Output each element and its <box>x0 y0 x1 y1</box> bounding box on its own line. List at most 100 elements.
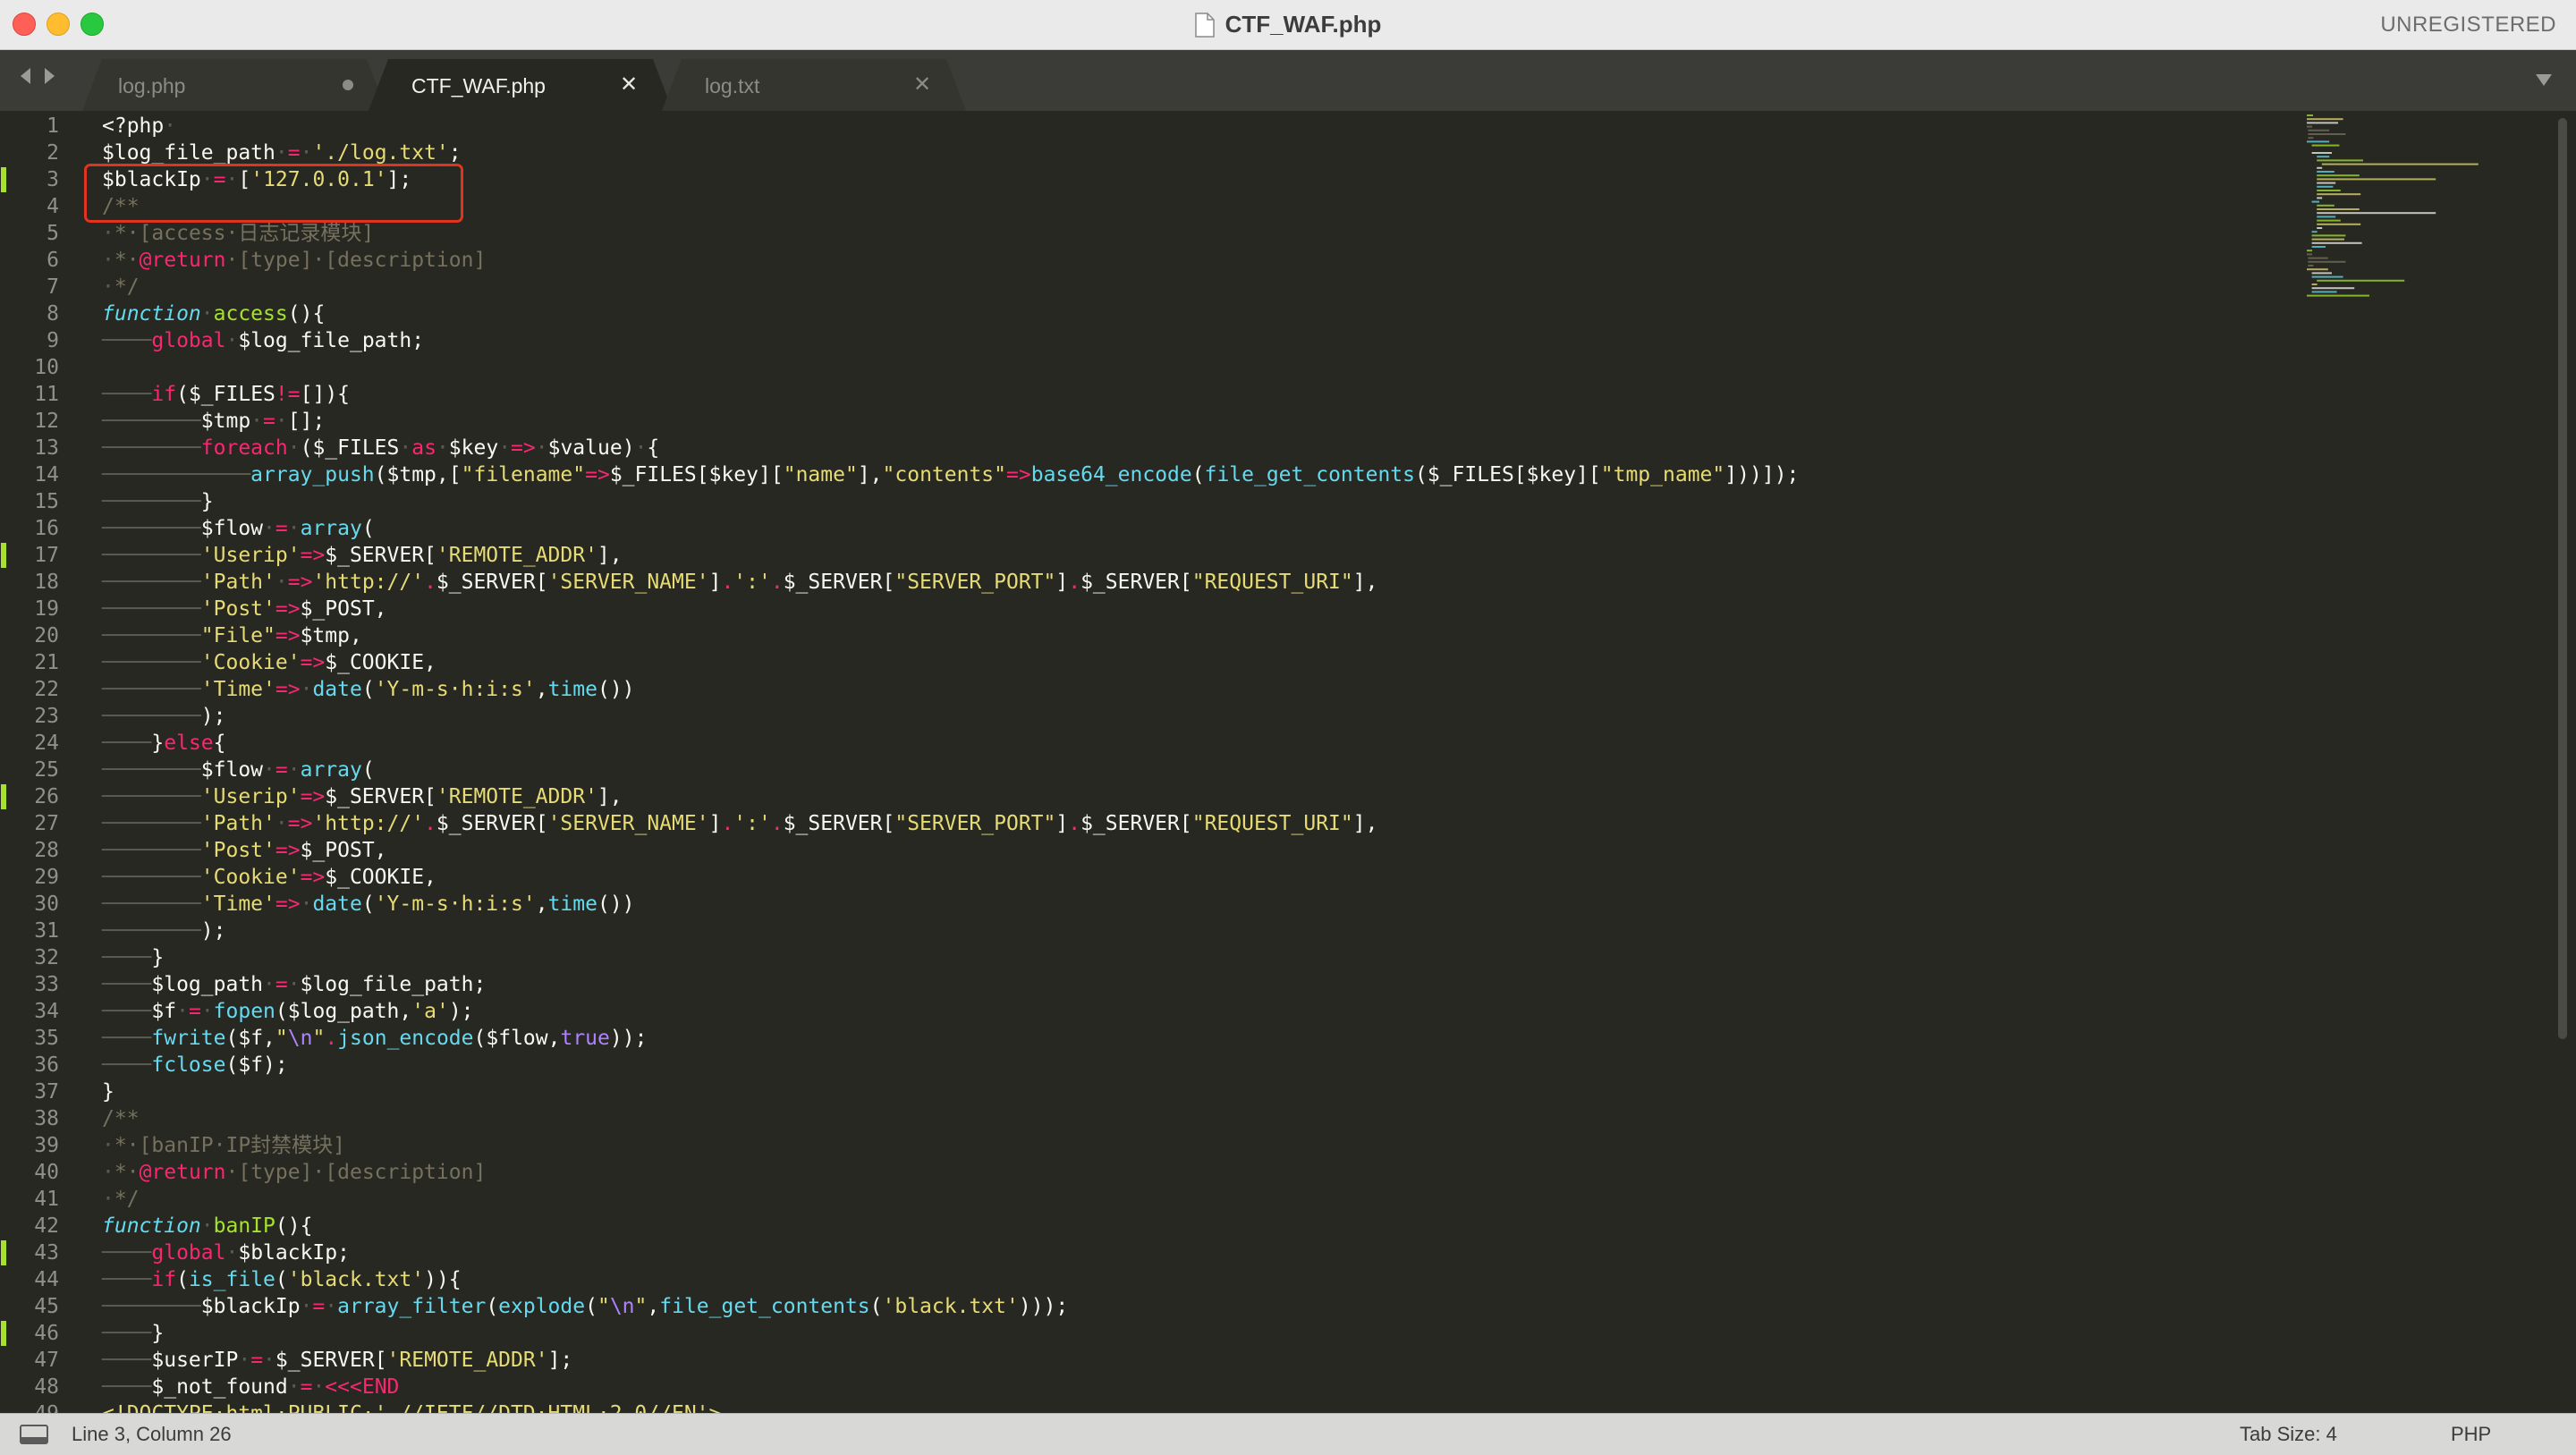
code-line[interactable]: ────────'Time'=>·date('Y-m-s·h:i:s',time… <box>102 891 635 918</box>
code-line[interactable]: ────────); <box>102 918 226 944</box>
code-line[interactable]: ────────foreach·($_FILES·as·$key·=>·$val… <box>102 435 659 461</box>
code-line[interactable]: ────$f·=·fopen($log_path,'a'); <box>102 998 474 1025</box>
unregistered-label: UNREGISTERED <box>2380 13 2556 37</box>
line-number: 37 <box>34 1080 59 1104</box>
code-line[interactable]: ────────'Time'=>·date('Y-m-s·h:i:s',time… <box>102 676 635 703</box>
code-line[interactable]: function·banIP(){ <box>102 1213 312 1239</box>
code-line[interactable]: ────────'Post'=>$_POST, <box>102 596 387 622</box>
code-line[interactable]: ────────$flow·=·array( <box>102 757 375 783</box>
code-line[interactable]: ────} <box>102 944 164 971</box>
modified-dot-icon[interactable] <box>335 59 361 111</box>
tab-label: log.php <box>118 74 186 97</box>
code-line[interactable]: ────────────array_push($tmp,["filename"=… <box>102 461 1799 488</box>
tab-menu-icon[interactable] <box>2535 73 2553 92</box>
code-line[interactable]: ────────'Path'·=>'http://'.$_SERVER['SER… <box>102 810 1377 837</box>
line-number: 28 <box>34 839 59 862</box>
modified-line-marker <box>1 1321 6 1346</box>
close-tab-icon[interactable]: ✕ <box>909 59 936 111</box>
minimap[interactable] <box>2303 111 2545 361</box>
code-line[interactable]: ────────"File"=>$tmp, <box>102 622 362 649</box>
close-tab-icon[interactable]: ✕ <box>615 59 642 111</box>
arrow-left-icon[interactable] <box>18 66 32 90</box>
code-line[interactable]: ────fwrite($f,"\n".json_encode($flow,tru… <box>102 1025 647 1052</box>
minimap-line <box>2317 219 2341 222</box>
code-line[interactable]: ·*/ <box>102 1186 140 1213</box>
minimap-line <box>2311 144 2340 147</box>
tab-ctf-waf-php[interactable]: CTF_WAF.php ✕ <box>369 59 673 111</box>
tab-log-php[interactable]: log.php <box>82 59 386 111</box>
tab-navigation <box>18 66 57 90</box>
code-line[interactable]: ────────'Userip'=>$_SERVER['REMOTE_ADDR'… <box>102 783 623 810</box>
minimap-line <box>2308 129 2330 131</box>
minimap-line <box>2311 238 2344 241</box>
minimap-line <box>2308 257 2328 259</box>
annotation-highlight-box <box>84 164 463 223</box>
code-line[interactable]: ────────$tmp·=·[]; <box>102 408 325 435</box>
line-number: 18 <box>34 571 59 594</box>
modified-line-marker <box>1 784 6 809</box>
code-line[interactable]: ────────'Cookie'=>$_COOKIE, <box>102 864 436 891</box>
minimap-line <box>2311 283 2318 285</box>
tab-log-txt[interactable]: log.txt ✕ <box>662 59 966 111</box>
minimap-line <box>2317 182 2336 184</box>
code-line[interactable]: ────global·$blackIp; <box>102 1239 350 1266</box>
line-number: 15 <box>34 490 59 513</box>
line-number: 21 <box>34 651 59 674</box>
minimap-line <box>2307 253 2312 256</box>
minimap-line <box>2307 294 2369 297</box>
line-number: 13 <box>34 436 59 460</box>
modified-line-marker <box>1 1240 6 1265</box>
code-line[interactable]: ·*·[access·日志记录模块] <box>102 220 374 247</box>
code-line[interactable]: ────if(is_file('black.txt')){ <box>102 1266 462 1293</box>
minimap-line <box>2317 171 2334 173</box>
status-bar: Line 3, Column 26 Tab Size: 4 PHP <box>0 1413 2576 1455</box>
line-number: 26 <box>34 785 59 808</box>
code-line[interactable]: <!DOCTYPE·html·PUBLIC·'-//IETF//DTD·HTML… <box>102 1400 721 1413</box>
code-line[interactable]: } <box>102 1079 114 1105</box>
editor-area[interactable]: 1 2 3 4 5 6 7 8 9 10 11 12 13 14 15 16 17 18 19 20 21 22 23 24 2… <box>0 111 2576 1413</box>
window-title-group: CTF_WAF.php <box>0 0 2576 49</box>
code-line[interactable]: ────────'Path'·=>'http://'.$_SERVER['SER… <box>102 569 1377 596</box>
code-line[interactable]: ────$userIP·=·$_SERVER['REMOTE_ADDR']; <box>102 1347 572 1374</box>
arrow-right-icon[interactable] <box>43 66 57 90</box>
panel-toggle-icon[interactable] <box>20 1425 48 1450</box>
line-number: 46 <box>34 1322 59 1345</box>
minimap-line <box>2307 268 2328 271</box>
tab-size-selector[interactable]: Tab Size: 4 <box>2240 1414 2337 1455</box>
code-line[interactable]: ·*·@return·[type]·[description] <box>102 247 486 274</box>
code-line[interactable]: ────────'Userip'=>$_SERVER['REMOTE_ADDR'… <box>102 542 623 569</box>
vertical-scrollbar[interactable] <box>2558 118 2567 1039</box>
line-number: 3 <box>47 168 59 191</box>
line-number: 48 <box>34 1375 59 1399</box>
code-line[interactable]: ────$log_path·=·$log_file_path; <box>102 971 486 998</box>
code-line[interactable]: ·*·[banIP·IP封禁模块] <box>102 1132 345 1159</box>
code-line[interactable]: ────} <box>102 1320 164 1347</box>
code-line[interactable]: $log_file_path·=·'./log.txt'; <box>102 140 462 166</box>
code-line[interactable]: ────}else{ <box>102 730 226 757</box>
minimap-line <box>2311 200 2319 203</box>
code-line[interactable]: ────fclose($f); <box>102 1052 288 1079</box>
code-line[interactable]: ·*/ <box>102 274 140 300</box>
minimap-line <box>2317 216 2336 218</box>
code-line[interactable]: ────────'Post'=>$_POST, <box>102 837 387 864</box>
line-number: 47 <box>34 1349 59 1372</box>
code-line[interactable]: ────────'Cookie'=>$_COOKIE, <box>102 649 436 676</box>
line-number: 40 <box>34 1161 59 1184</box>
minimap-line <box>2308 260 2346 263</box>
syntax-selector[interactable]: PHP <box>2451 1414 2491 1455</box>
code-line[interactable]: ────$_not_found·=·<<<END <box>102 1374 399 1400</box>
code-line[interactable]: ·*·@return·[type]·[description] <box>102 1159 486 1186</box>
code-line[interactable]: /** <box>102 1105 140 1132</box>
code-line[interactable]: ────────} <box>102 488 214 515</box>
code-line[interactable]: ────────$blackIp·=·array_filter(explode(… <box>102 1293 1068 1320</box>
code-line[interactable]: function·access(){ <box>102 300 325 327</box>
code-line[interactable]: ────────$flow·=·array( <box>102 515 375 542</box>
code-line[interactable]: ────────); <box>102 703 226 730</box>
code-line[interactable]: ────global·$log_file_path; <box>102 327 424 354</box>
code-line[interactable]: ────if($_FILES!=[]){ <box>102 381 350 408</box>
line-number: 1 <box>47 114 59 138</box>
line-number: 24 <box>34 732 59 755</box>
code-line[interactable]: <?php· <box>102 113 176 140</box>
line-number: 33 <box>34 973 59 996</box>
minimap-line <box>2311 246 2326 248</box>
